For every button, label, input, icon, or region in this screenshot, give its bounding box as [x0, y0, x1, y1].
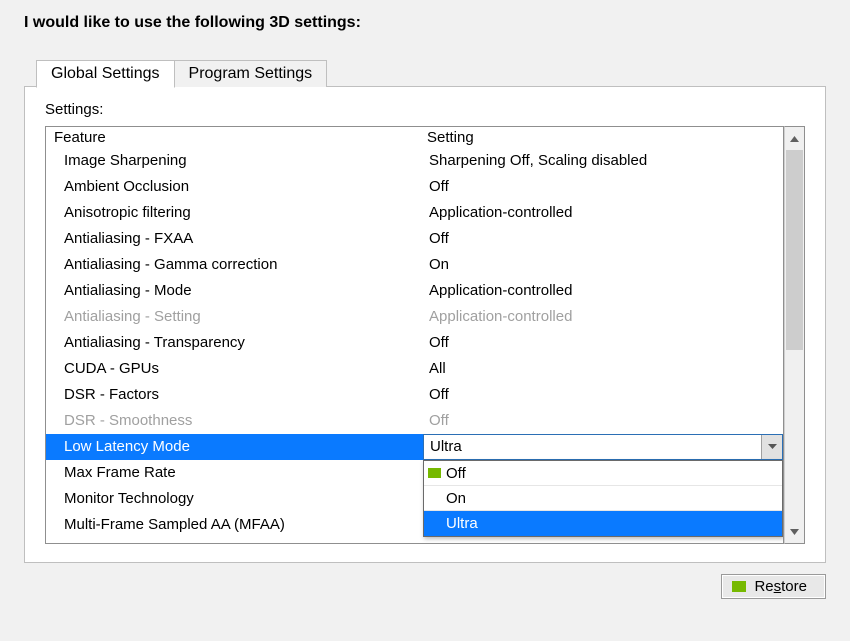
feature-cell: Max Frame Rate	[46, 460, 423, 486]
option-label: Off	[446, 465, 466, 482]
chevron-down-icon[interactable]	[761, 435, 782, 459]
dropdown-value: Ultra	[424, 434, 761, 460]
feature-cell: Anisotropic filtering	[46, 200, 423, 226]
dropdown-option[interactable]: Ultra	[424, 511, 782, 536]
table-row[interactable]: Anisotropic filtering Application-contro…	[46, 200, 783, 226]
column-header-feature: Feature	[46, 127, 423, 148]
scroll-up-icon[interactable]	[785, 127, 804, 150]
feature-cell: Monitor Technology	[46, 486, 423, 512]
tab-global-settings[interactable]: Global Settings	[36, 60, 175, 88]
table-row[interactable]: Ambient Occlusion Off	[46, 174, 783, 200]
table-row[interactable]: Antialiasing - Transparency Off	[46, 330, 783, 356]
setting-cell: On	[423, 252, 783, 278]
grid-header: Feature Setting	[46, 127, 783, 148]
vertical-scrollbar[interactable]	[784, 126, 805, 544]
feature-cell: Ambient Occlusion	[46, 174, 423, 200]
setting-cell: Application-controlled	[423, 200, 783, 226]
table-row[interactable]: Antialiasing - Mode Application-controll…	[46, 278, 783, 304]
column-header-setting: Setting	[423, 127, 783, 148]
nvidia-logo-icon	[732, 581, 746, 592]
table-row-selected[interactable]: Low Latency Mode Ultra	[46, 434, 783, 460]
feature-cell: Antialiasing - Transparency	[46, 330, 423, 356]
feature-cell: DSR - Factors	[46, 382, 423, 408]
setting-cell: Off	[423, 408, 783, 434]
setting-cell: Application-controlled	[423, 278, 783, 304]
table-row[interactable]: Image Sharpening Sharpening Off, Scaling…	[46, 148, 783, 174]
settings-list: Feature Setting Image Sharpening Sharpen…	[45, 126, 784, 544]
scroll-down-icon[interactable]	[785, 520, 804, 543]
setting-cell: Off	[423, 174, 783, 200]
dropdown-list: Off On Ultra	[423, 460, 783, 537]
restore-label: Restore	[754, 578, 807, 595]
table-row[interactable]: Antialiasing - FXAA Off	[46, 226, 783, 252]
table-row[interactable]: DSR - Factors Off	[46, 382, 783, 408]
option-label: Ultra	[446, 515, 478, 532]
feature-cell: OpenGL rendering GPU	[46, 538, 423, 544]
dropdown-option[interactable]: On	[424, 486, 782, 511]
page-heading: I would like to use the following 3D set…	[24, 14, 826, 32]
setting-cell: Off	[423, 330, 783, 356]
table-row: DSR - Smoothness Off	[46, 408, 783, 434]
feature-cell: Antialiasing - Mode	[46, 278, 423, 304]
setting-cell: Off	[423, 226, 783, 252]
feature-cell: Antialiasing - Setting	[46, 304, 423, 330]
setting-dropdown[interactable]: Ultra	[423, 434, 783, 460]
setting-cell: Auto-select	[423, 538, 783, 544]
feature-cell: Antialiasing - Gamma correction	[46, 252, 423, 278]
nvidia-logo-icon	[428, 468, 441, 478]
setting-cell: Application-controlled	[423, 304, 783, 330]
settings-label: Settings:	[45, 101, 805, 118]
setting-cell: All	[423, 356, 783, 382]
settings-panel: Settings: Feature Setting Image Sharpeni…	[24, 86, 826, 563]
option-label: On	[446, 490, 466, 507]
feature-cell: CUDA - GPUs	[46, 356, 423, 382]
feature-cell: Multi-Frame Sampled AA (MFAA)	[46, 512, 423, 538]
feature-cell: Low Latency Mode	[46, 434, 423, 460]
table-row[interactable]: Antialiasing - Gamma correction On	[46, 252, 783, 278]
feature-cell: DSR - Smoothness	[46, 408, 423, 434]
table-row[interactable]: OpenGL rendering GPU Auto-select	[46, 538, 783, 544]
feature-cell: Image Sharpening	[46, 148, 423, 174]
table-row: Antialiasing - Setting Application-contr…	[46, 304, 783, 330]
scroll-track[interactable]	[785, 150, 804, 520]
scroll-thumb[interactable]	[786, 150, 803, 350]
setting-cell: Sharpening Off, Scaling disabled	[423, 148, 783, 174]
setting-cell: Off	[423, 382, 783, 408]
dropdown-option[interactable]: Off	[424, 461, 782, 486]
tab-bar: Global Settings Program Settings	[36, 60, 826, 87]
restore-button[interactable]: Restore	[721, 574, 826, 599]
feature-cell: Antialiasing - FXAA	[46, 226, 423, 252]
tab-program-settings[interactable]: Program Settings	[175, 60, 328, 87]
table-row[interactable]: CUDA - GPUs All	[46, 356, 783, 382]
